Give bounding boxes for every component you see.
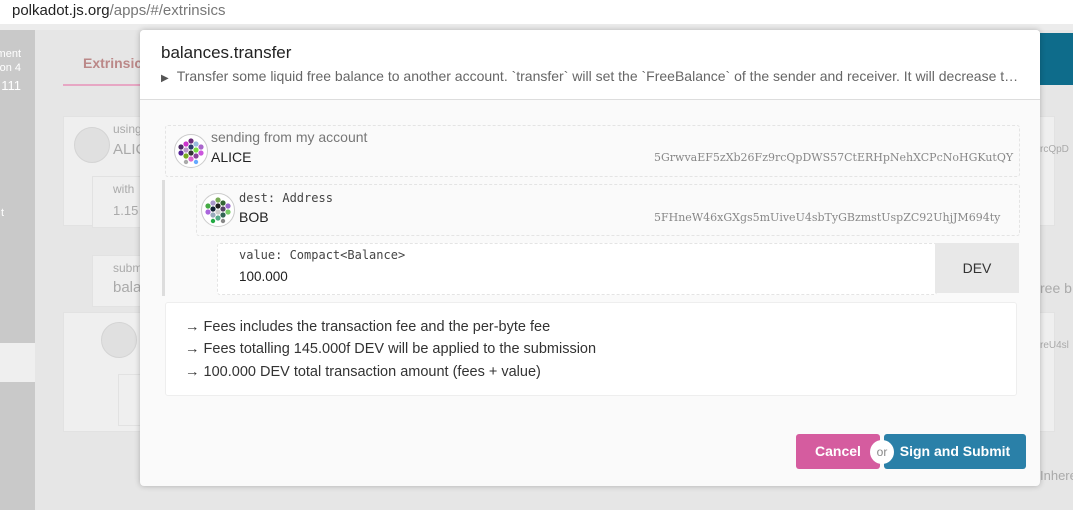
value-input[interactable]: value: Compact<Balance> 100.000 [217, 243, 937, 295]
bg-right-text: rcQpD [1040, 144, 1069, 155]
bg-side-text: 111 [1, 78, 21, 93]
dest-identicon[interactable] [201, 193, 235, 227]
fee-info-line: → 100.000 DEV total transaction amount (… [185, 364, 541, 380]
bg-using-label: using [113, 122, 142, 136]
bg-tab-label: Extrinsic [83, 55, 143, 71]
unit-selector[interactable]: DEV [935, 243, 1019, 293]
fee-info-line: → Fees includes the transaction fee and … [185, 319, 551, 335]
dest-name: BOB [239, 209, 269, 225]
fee-info-line: → Fees totalling 145.000f DEV will be ap… [185, 341, 597, 357]
params-indent-bar [162, 180, 165, 296]
cancel-button[interactable]: Cancel [796, 434, 880, 469]
sender-name: ALICE [211, 149, 252, 165]
bg-side-text: on 4 [0, 62, 21, 74]
fees-info-box: → Fees includes the transaction fee and … [165, 302, 1017, 396]
bg-submit-label: subm [113, 261, 143, 275]
url-host: polkadot.js.org [12, 2, 110, 19]
bg-right-text: reU4sl [1040, 340, 1069, 351]
value-amount: 100.000 [239, 269, 288, 284]
or-separator: or [870, 440, 894, 464]
url-path: /apps/#/extrinsics [109, 2, 226, 19]
bg-right-text: Inhere [1040, 468, 1073, 483]
modal-title: balances.transfer [161, 43, 292, 62]
bg-identicon [101, 322, 137, 358]
dest-label: dest: Address [239, 191, 333, 205]
expand-caret-icon[interactable]: ▶ [161, 73, 169, 84]
sender-address: 5GrwvaEF5zXb26Fz9rcQpDWS57CtERHpNehXCPcN… [654, 151, 1014, 164]
bg-submit-value: bala [113, 279, 142, 296]
bg-side-gap [0, 343, 35, 382]
bg-with-label: with [113, 182, 135, 196]
dest-account-selector[interactable]: dest: Address BOB 5FHneW46xGXgs5mUiveU4s… [196, 184, 1020, 236]
background-sidebar: ement on 4 111 t [0, 30, 35, 510]
bg-tab-extrinsics: Extrinsic [63, 46, 143, 86]
bg-with-value: 1.15 [113, 203, 139, 218]
sender-account-selector[interactable]: sending from my account ALICE 5GrwvaEF5z… [165, 125, 1020, 177]
modal-description[interactable]: ▶ Transfer some liquid free balance to an… [161, 68, 1021, 84]
sign-and-submit-button[interactable]: Sign and Submit [884, 434, 1026, 469]
description-text: Transfer some liquid free balance to ano… [176, 68, 1021, 84]
bg-right-text: ree b [1040, 280, 1072, 296]
browser-url-bar[interactable]: polkadot.js.org/apps/#/extrinsics [0, 0, 1073, 24]
bg-side-text: ement [0, 48, 21, 60]
modal-header: balances.transfer ▶ Transfer some liquid … [140, 30, 1040, 100]
dest-address: 5FHneW46xGXgs5mUiveU4sbTyGBzmstUspZC92Uh… [654, 211, 1001, 224]
sender-identicon[interactable] [174, 134, 208, 168]
value-label: value: Compact<Balance> [239, 248, 406, 262]
transfer-modal: balances.transfer ▶ Transfer some liquid … [140, 30, 1040, 486]
sender-label: sending from my account [211, 129, 368, 145]
bg-side-text: t [0, 207, 4, 219]
bg-identicon [74, 127, 110, 163]
